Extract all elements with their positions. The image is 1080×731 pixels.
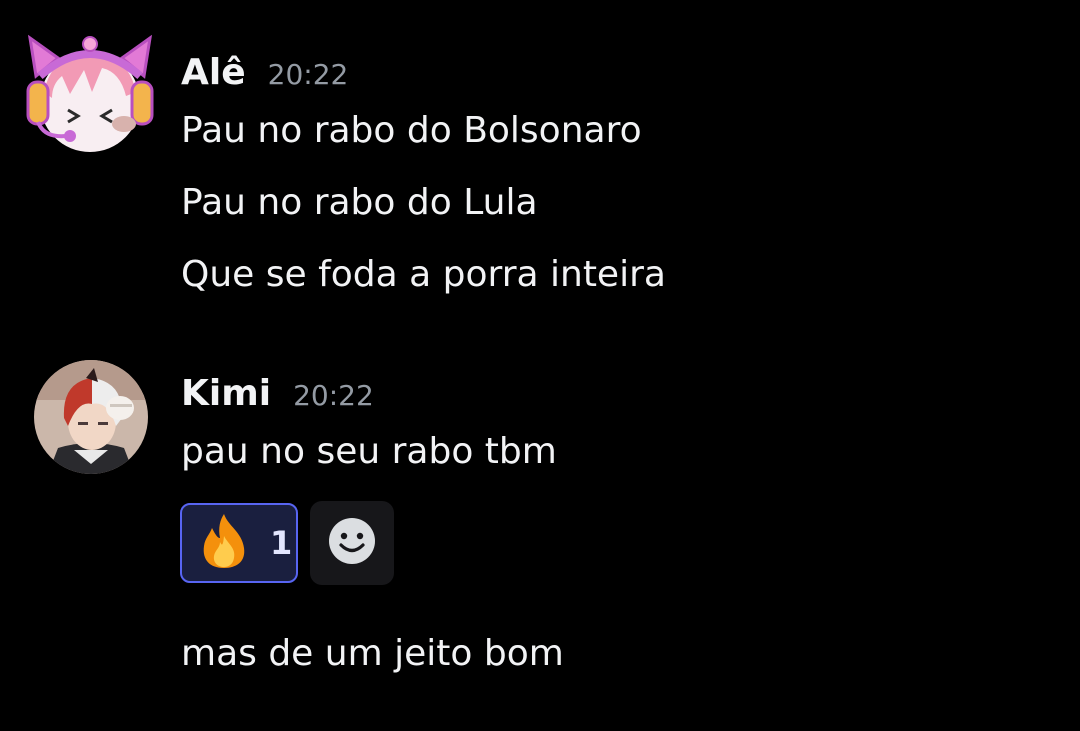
reaction-fire[interactable]: 1 (180, 503, 298, 583)
username[interactable]: Kimi (181, 373, 271, 414)
fire-icon (196, 512, 252, 574)
timestamp[interactable]: 20:22 (293, 379, 374, 412)
message-text[interactable]: pau no seu rabo tbm (181, 431, 557, 472)
message-header: Kimi 20:22 (181, 373, 374, 414)
message-text[interactable]: Pau no rabo do Lula (181, 182, 538, 223)
smiley-icon (327, 516, 377, 570)
message-text[interactable]: mas de um jeito bom (181, 633, 564, 674)
timestamp[interactable]: 20:22 (268, 58, 349, 91)
add-reaction-button[interactable] (310, 501, 394, 585)
message-header: Alê 20:22 (181, 52, 348, 93)
username[interactable]: Alê (181, 52, 246, 93)
avatar-ale[interactable] (22, 32, 158, 152)
reaction-bar: 1 (180, 501, 394, 585)
reaction-count: 1 (270, 524, 293, 562)
avatar-kimi[interactable] (34, 360, 148, 474)
message-text[interactable]: Pau no rabo do Bolsonaro (181, 110, 642, 151)
message-text[interactable]: Que se foda a porra inteira (181, 254, 666, 295)
